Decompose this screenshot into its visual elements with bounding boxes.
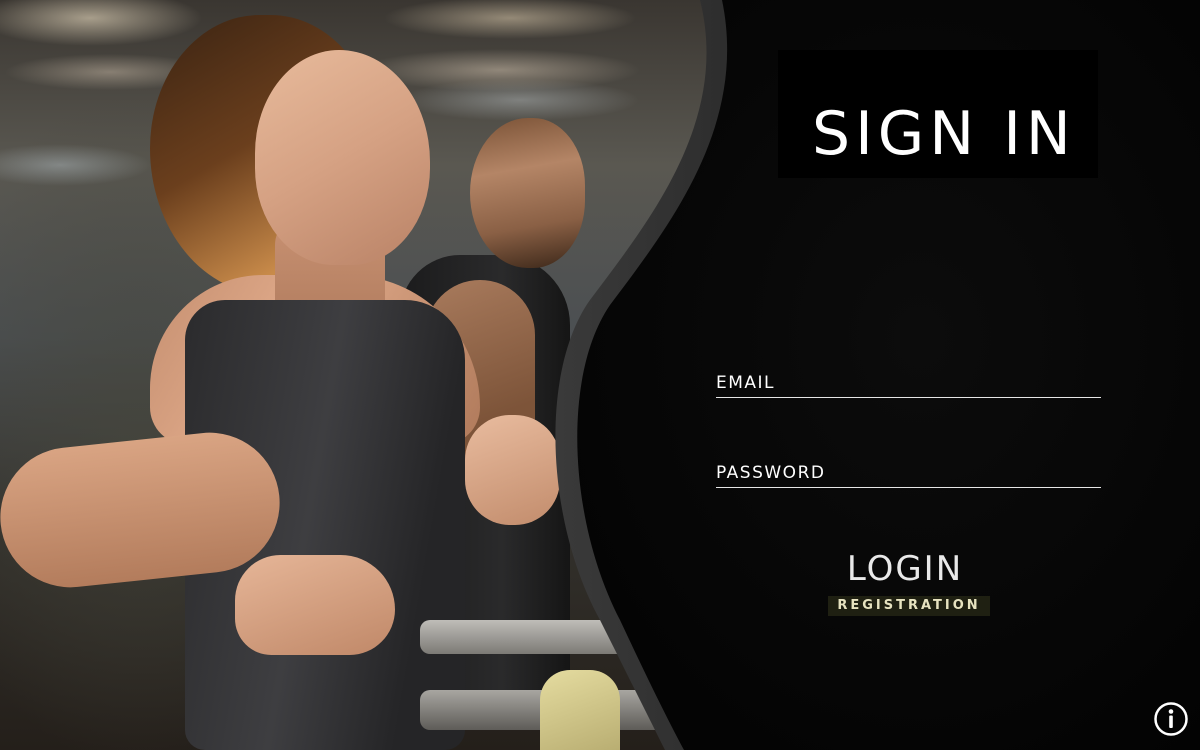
- password-underline: [716, 487, 1101, 488]
- email-underline: [716, 397, 1101, 398]
- password-field[interactable]: PASSWORD: [716, 462, 1101, 488]
- info-button[interactable]: [1153, 701, 1189, 737]
- registration-link[interactable]: REGISTRATION: [828, 596, 990, 616]
- sign-in-screen: SIGN IN EMAIL PASSWORD LOGIN REGISTRATIO…: [0, 0, 1200, 750]
- password-input[interactable]: [716, 462, 1101, 488]
- login-button[interactable]: LOGIN: [830, 545, 980, 593]
- email-field[interactable]: EMAIL: [716, 372, 1101, 398]
- email-input[interactable]: [716, 372, 1101, 398]
- info-icon: [1154, 702, 1188, 736]
- page-title: SIGN IN: [812, 99, 1076, 169]
